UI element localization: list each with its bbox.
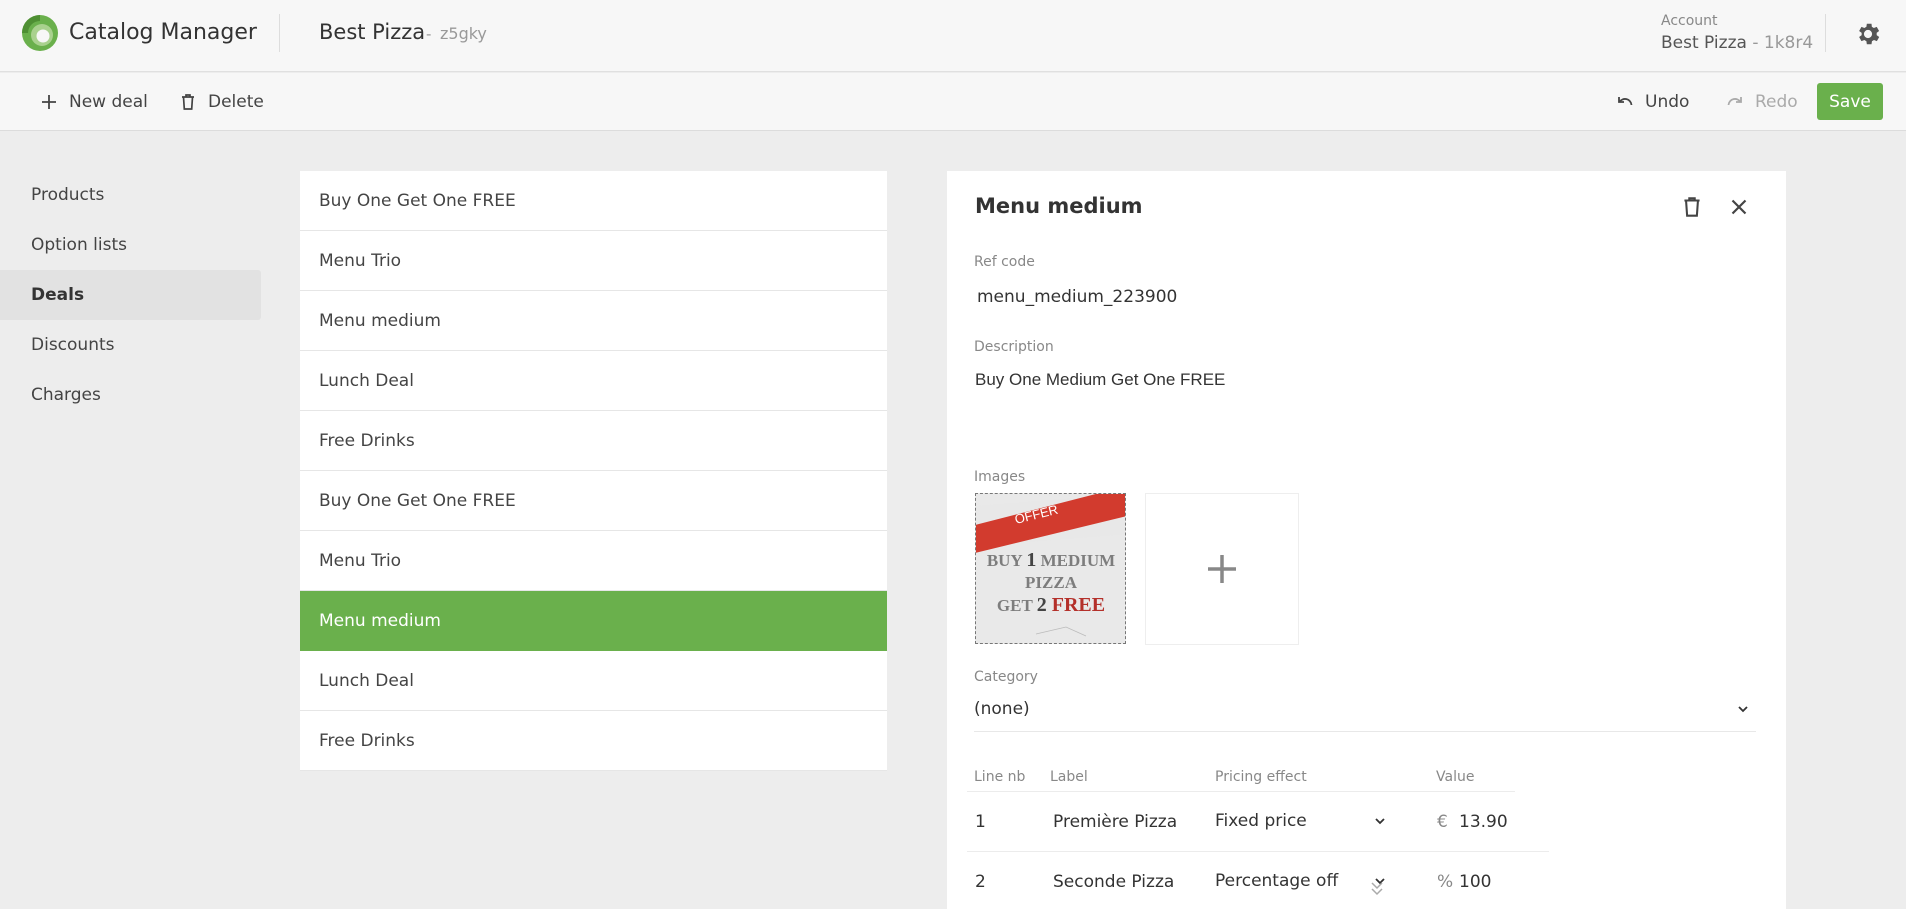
pricing-effect-value: Fixed price xyxy=(1215,811,1307,831)
plus-icon xyxy=(1208,555,1236,583)
save-button[interactable]: Save xyxy=(1817,83,1883,120)
account-label: Account xyxy=(1661,13,1718,29)
deal-title: Menu medium xyxy=(975,194,1143,218)
deal-list-item[interactable]: Free Drinks xyxy=(300,711,887,771)
redo-icon xyxy=(1727,97,1742,106)
delete-label: Delete xyxy=(208,92,264,112)
plus-icon xyxy=(42,95,56,109)
pricing-effect-value: Percentage off xyxy=(1215,871,1339,891)
close-icon[interactable] xyxy=(1726,194,1752,220)
header-divider xyxy=(1825,14,1826,52)
table-divider xyxy=(967,851,1549,852)
account-selector[interactable]: Best Pizza - 1k8r4 xyxy=(1661,33,1813,53)
deal-list-item[interactable]: Menu medium xyxy=(300,291,887,351)
deals-list: Buy One Get One FREE Menu Trio Menu medi… xyxy=(300,171,887,771)
category-value: (none) xyxy=(974,699,1030,719)
table-divider xyxy=(967,791,1515,792)
offer-image: OFFER BUY 1 MEDIUM PIZZA GET 2 FREE xyxy=(976,494,1125,643)
category-label: Category xyxy=(974,669,1038,685)
col-header-pricing-effect: Pricing effect xyxy=(1215,769,1307,785)
deal-list-item[interactable]: Free Drinks xyxy=(300,411,887,471)
deal-list-item[interactable]: Lunch Deal xyxy=(300,651,887,711)
svg-text:GET 2 FREE: GET 2 FREE xyxy=(997,594,1105,616)
account-separator: - xyxy=(1746,33,1764,53)
toolbar: New deal Delete Undo Redo Save xyxy=(0,73,1906,131)
deal-list-item[interactable]: Buy One Get One FREE xyxy=(300,171,887,231)
deal-list-item-selected[interactable]: Menu medium xyxy=(300,591,887,651)
description-field[interactable]: Buy One Medium Get One FREE xyxy=(975,370,1225,390)
col-header-line-nb: Line nb xyxy=(974,769,1026,785)
redo-label: Redo xyxy=(1755,92,1798,112)
description-label: Description xyxy=(974,339,1054,355)
col-header-value: Value xyxy=(1436,769,1475,785)
sidebar-item-charges[interactable]: Charges xyxy=(0,370,261,420)
gear-icon[interactable] xyxy=(1854,20,1882,48)
deal-list-item[interactable]: Menu Trio xyxy=(300,231,887,291)
sidebar-item-products[interactable]: Products xyxy=(0,170,261,220)
store-code: z5gky xyxy=(440,24,487,43)
category-select[interactable]: (none) xyxy=(974,687,1756,732)
undo-button[interactable]: Undo xyxy=(1615,73,1689,131)
svg-text:BUY 1 MEDIUM: BUY 1 MEDIUM xyxy=(987,549,1115,571)
undo-label: Undo xyxy=(1645,92,1690,112)
col-header-label: Label xyxy=(1050,769,1088,785)
app-title: Catalog Manager xyxy=(69,20,257,45)
row-value-field[interactable]: 13.90 xyxy=(1459,812,1508,832)
images-label: Images xyxy=(974,469,1026,485)
trash-icon xyxy=(182,94,194,110)
row-unit: % xyxy=(1437,872,1454,892)
delete-button[interactable]: Delete xyxy=(178,73,264,131)
svg-text:PIZZA: PIZZA xyxy=(1025,573,1078,592)
deal-detail-panel: Menu medium Ref code menu_medium_223900 … xyxy=(947,171,1786,909)
logo-icon xyxy=(22,15,58,51)
sidebar-item-option-lists[interactable]: Option lists xyxy=(0,220,261,270)
sidebar-item-deals[interactable]: Deals xyxy=(0,270,261,320)
row-label-field[interactable]: Première Pizza xyxy=(1053,812,1177,832)
account-code: 1k8r4 xyxy=(1763,33,1814,53)
new-deal-label: New deal xyxy=(69,92,148,112)
row-unit: € xyxy=(1437,812,1448,832)
deal-list-item[interactable]: Lunch Deal xyxy=(300,351,887,411)
ref-code-field[interactable]: menu_medium_223900 xyxy=(977,287,1177,307)
pricing-effect-select[interactable]: Fixed price xyxy=(1215,803,1395,839)
deal-list-item[interactable]: Menu Trio xyxy=(300,531,887,591)
sidebar-nav: Products Option lists Deals Discounts Ch… xyxy=(0,170,261,420)
new-deal-button[interactable]: New deal xyxy=(39,73,148,131)
row-line-nb: 1 xyxy=(975,812,986,832)
header-divider xyxy=(279,14,280,52)
drag-handle-icon[interactable] xyxy=(1369,879,1385,899)
chevron-down-icon xyxy=(1375,818,1385,825)
store-name[interactable]: Best Pizza xyxy=(319,20,425,44)
undo-icon xyxy=(1618,97,1633,106)
pricing-effect-select[interactable]: Percentage off xyxy=(1215,863,1395,899)
row-value-field[interactable]: 100 xyxy=(1459,872,1491,892)
row-label-field[interactable]: Seconde Pizza xyxy=(1053,872,1174,892)
chevron-down-icon xyxy=(1738,706,1748,713)
ref-code-label: Ref code xyxy=(974,254,1035,270)
add-image-button[interactable] xyxy=(1145,493,1299,645)
account-name: Best Pizza xyxy=(1661,33,1747,53)
trash-icon[interactable] xyxy=(1679,194,1705,220)
sidebar-item-discounts[interactable]: Discounts xyxy=(0,320,261,370)
row-line-nb: 2 xyxy=(975,872,986,892)
app-header: Catalog Manager Best Pizza - z5gky Accou… xyxy=(0,0,1906,72)
deal-list-item[interactable]: Buy One Get One FREE xyxy=(300,471,887,531)
redo-button[interactable]: Redo xyxy=(1725,73,1798,131)
store-separator: - xyxy=(426,25,432,43)
deal-image-thumbnail[interactable]: OFFER BUY 1 MEDIUM PIZZA GET 2 FREE xyxy=(975,493,1126,644)
